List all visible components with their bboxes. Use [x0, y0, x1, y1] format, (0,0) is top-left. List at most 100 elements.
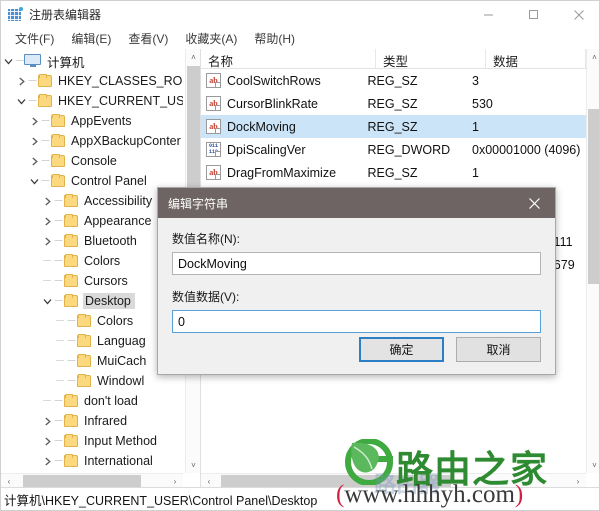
menu-favorites[interactable]: 收藏夹(A) — [177, 28, 246, 49]
chevron-right-icon[interactable] — [40, 417, 54, 426]
value-row[interactable]: ab DockMoving REG_SZ 1 — [201, 115, 586, 138]
value-name-text: CursorBlinkRate — [227, 96, 319, 111]
registry-tree[interactable]: ─ 计算机 ─ HKEY_CLASSES_ROOT ─ HKEY_CURRENT_USER… — [1, 49, 183, 473]
tree-node[interactable]: ─ HKEY_CLASSES_ROOT — [1, 71, 183, 91]
tree-node[interactable]: ─ HKEY_CURRENT_USER — [1, 91, 183, 111]
value-row[interactable]: ab CoolSwitchRows REG_SZ 3 — [201, 69, 586, 92]
value-name-text: DragFromMaximize — [227, 165, 337, 180]
chevron-right-icon[interactable] — [40, 437, 54, 446]
value-name-cell: ab CursorBlinkRate — [201, 96, 368, 111]
tree-node[interactable]: ─ Accessibility — [1, 191, 183, 211]
menu-file[interactable]: 文件(F) — [7, 28, 63, 49]
minimize-icon[interactable] — [466, 1, 511, 28]
folder-icon — [76, 373, 92, 388]
tree-node[interactable]: ─ ─ don't load — [1, 391, 183, 411]
chevron-down-icon[interactable] — [14, 97, 28, 106]
tree-leaf-marker: ─ — [56, 375, 64, 387]
chevron-right-icon[interactable] — [40, 217, 54, 226]
scroll-up-icon[interactable]: ˄ — [587, 49, 599, 65]
value-row[interactable]: 011 110 DpiScalingVer REG_DWORD 0x00001000 (… — [201, 138, 586, 161]
tree-node[interactable]: ─ ─ Windowl — [1, 371, 183, 391]
values-list-header: 名称 类型 数据 — [201, 49, 586, 69]
chevron-down-icon[interactable] — [40, 297, 54, 306]
chevron-right-icon[interactable] — [40, 197, 54, 206]
registry-editor-icon — [8, 6, 23, 22]
value-row[interactable]: ab DragFromMaximize REG_SZ 1 — [201, 161, 586, 184]
close-icon[interactable] — [556, 1, 599, 28]
reg-dword-icon: 011110 — [206, 142, 221, 157]
registry-editor-window: 注册表编辑器 文件(F) 编辑(E) 查看(V) 收藏夹(A) 帮助(H) ─ 计… — [0, 0, 600, 511]
tree-leaf-marker: ─ — [43, 255, 51, 267]
tree-connector: ─ — [67, 334, 76, 347]
chevron-right-icon[interactable] — [27, 137, 41, 146]
tree-node[interactable]: ─ Appearance — [1, 211, 183, 231]
scroll-down-icon[interactable]: ˅ — [587, 457, 599, 473]
menu-view[interactable]: 查看(V) — [120, 28, 177, 49]
chevron-right-icon[interactable] — [14, 77, 28, 86]
column-header-type[interactable]: 类型 — [376, 49, 486, 69]
folder-icon — [63, 433, 79, 448]
cancel-button[interactable]: 取消 — [456, 337, 541, 362]
tree-node[interactable]: ─ Infrared — [1, 411, 183, 431]
tree-node[interactable]: ─ ─ MuiCach — [1, 351, 183, 371]
tree-node[interactable]: ─ Bluetooth — [1, 231, 183, 251]
dialog-title: 编辑字符串 — [168, 196, 229, 211]
edit-string-dialog: 编辑字符串 数值名称(N): DockMoving 数值数据(V): 0 确定 … — [157, 187, 556, 375]
tree-node[interactable]: ─ International — [1, 451, 183, 471]
values-vertical-scrollbar[interactable]: ˄ ˅ — [586, 49, 599, 473]
titlebar: 注册表编辑器 — [1, 1, 599, 28]
value-data-cell: 3 — [472, 73, 479, 88]
tree-node[interactable]: ─ ─ Cursors — [1, 271, 183, 291]
values-scroll-thumb[interactable] — [588, 109, 599, 284]
value-data-input[interactable]: 0 — [172, 310, 541, 333]
value-name-input[interactable]: DockMoving — [172, 252, 541, 275]
computer-icon — [24, 54, 42, 68]
chevron-right-icon[interactable] — [27, 117, 41, 126]
tree-connector: ─ — [28, 94, 37, 107]
tree-node[interactable]: ─ AppXBackupConter — [1, 131, 183, 151]
scroll-up-icon[interactable]: ˄ — [186, 49, 200, 65]
tree-node[interactable]: ─ ─ Languag — [1, 331, 183, 351]
menu-edit[interactable]: 编辑(E) — [63, 28, 120, 49]
dialog-close-icon[interactable] — [513, 188, 555, 218]
folder-icon — [63, 413, 79, 428]
menu-help[interactable]: 帮助(H) — [246, 28, 304, 49]
value-row[interactable]: ab CursorBlinkRate REG_SZ 530 — [201, 92, 586, 115]
tree-node-label: 计算机 — [47, 55, 85, 70]
maximize-icon[interactable] — [511, 1, 556, 28]
chevron-right-icon[interactable] — [40, 237, 54, 246]
folder-icon — [63, 213, 79, 228]
tree-node-label: Languag — [97, 334, 146, 348]
column-header-data[interactable]: 数据 — [486, 49, 586, 69]
ok-button[interactable]: 确定 — [359, 337, 444, 362]
window-title: 注册表编辑器 — [29, 8, 102, 22]
chevron-down-icon[interactable] — [27, 177, 41, 186]
column-header-name[interactable]: 名称 — [201, 49, 376, 69]
value-data-cell: 530 — [472, 96, 493, 111]
tree-node-label: AppXBackupConter — [71, 134, 181, 148]
tree-node[interactable]: ─ Input Method — [1, 431, 183, 451]
current-key-path: 计算机\HKEY_CURRENT_USER\Control Panel\Desk… — [4, 493, 318, 508]
tree-node[interactable]: ─ Control Panel — [1, 171, 183, 191]
folder-icon — [63, 393, 79, 408]
tree-connector: ─ — [54, 274, 63, 287]
tree-node-label: Console — [71, 154, 117, 168]
tree-node[interactable]: ─ ─ Colors — [1, 311, 183, 331]
value-name-cell: ab CoolSwitchRows — [201, 73, 368, 88]
tree-node-label: Desktop — [83, 293, 135, 309]
tree-node[interactable]: ─ Desktop — [1, 291, 183, 311]
value-name-cell: 011 110 DpiScalingVer — [201, 142, 368, 157]
tree-connector: ─ — [41, 154, 50, 167]
tree-node[interactable]: ─ ─ Colors — [1, 251, 183, 271]
chevron-down-icon[interactable] — [1, 57, 15, 66]
tree-node[interactable]: ─ 计算机 — [1, 51, 183, 71]
chevron-right-icon[interactable] — [40, 457, 54, 466]
scroll-down-icon[interactable]: ˅ — [186, 457, 200, 473]
tree-node-label: HKEY_CLASSES_ROOT — [58, 74, 183, 88]
chevron-right-icon[interactable] — [27, 157, 41, 166]
tree-node-label: International — [84, 454, 153, 468]
tree-node[interactable]: ─ AppEvents — [1, 111, 183, 131]
dialog-button-row: 确定 取消 — [359, 337, 541, 362]
tree-node-label: Colors — [84, 254, 121, 268]
tree-node[interactable]: ─ Console — [1, 151, 183, 171]
